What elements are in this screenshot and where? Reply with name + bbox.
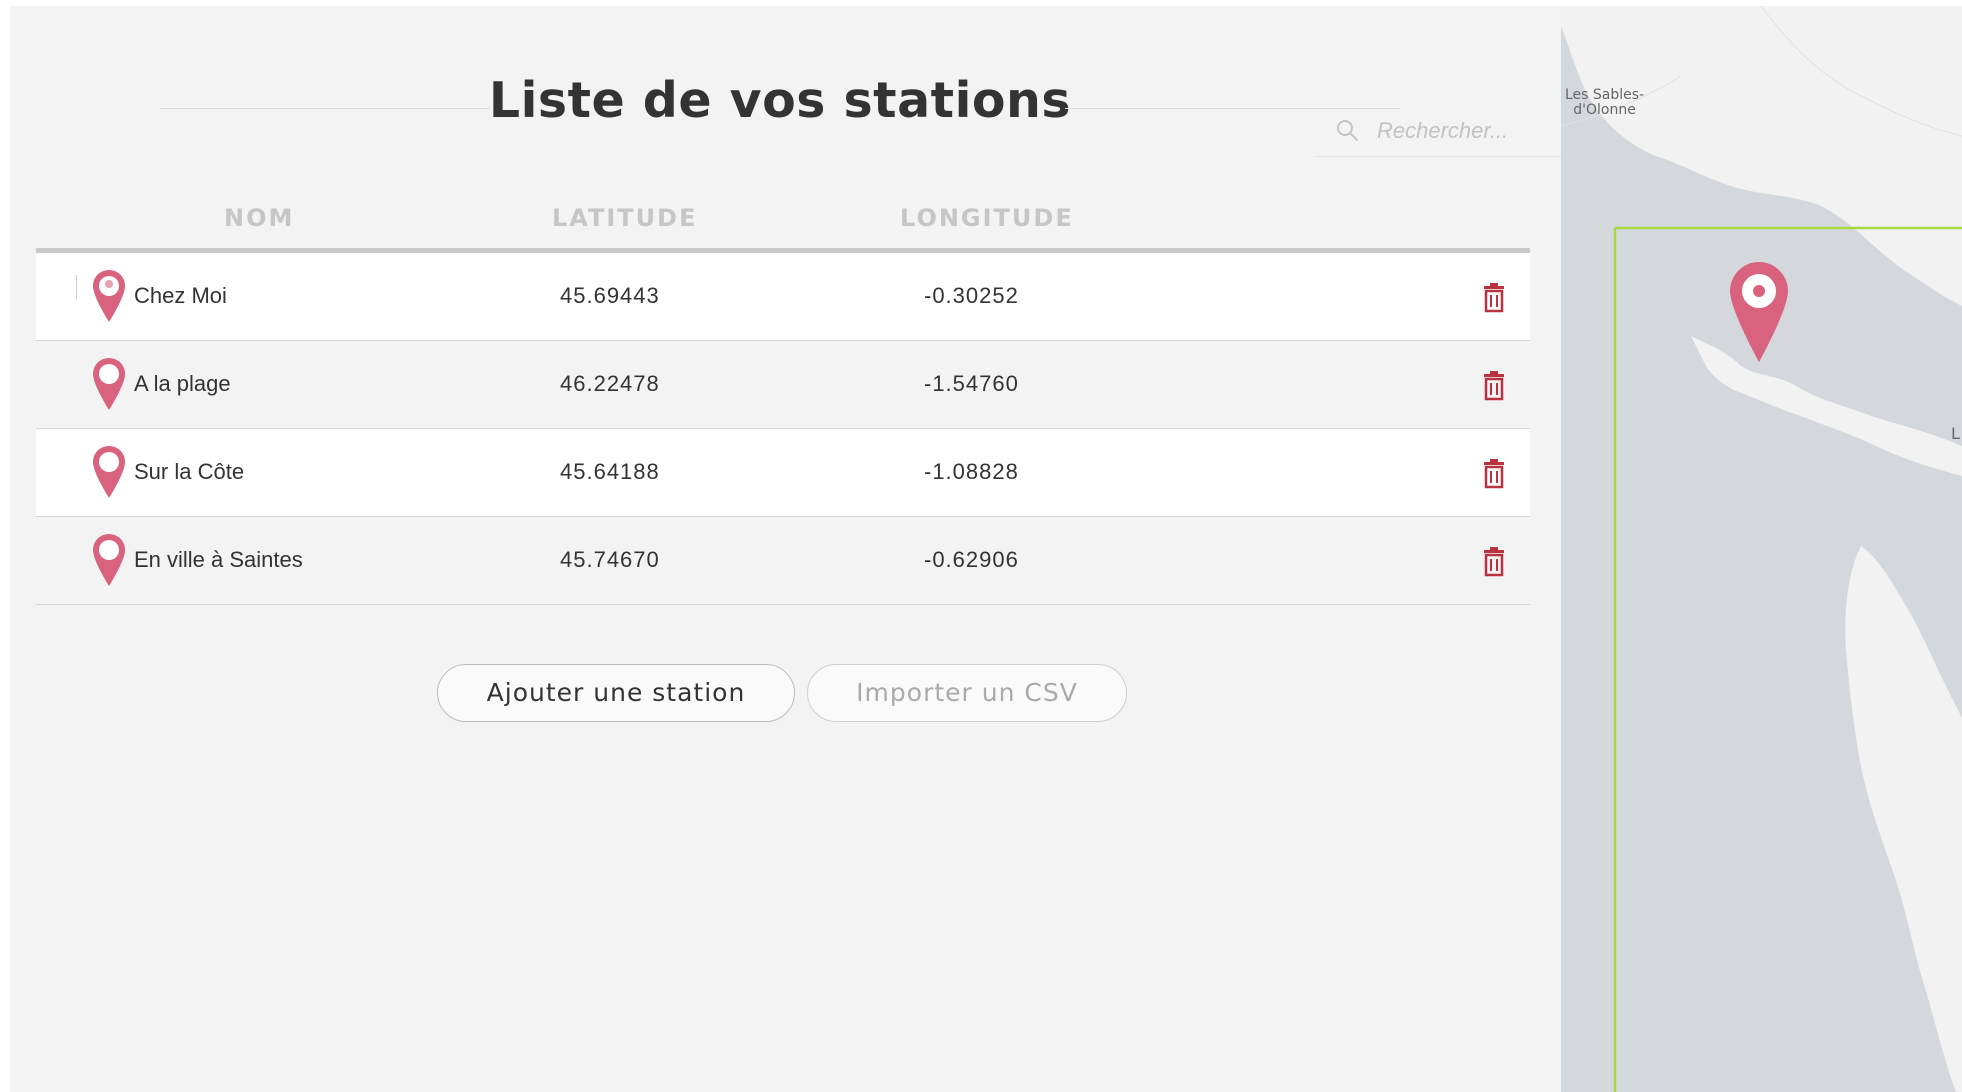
map-place-label-line2: d'Olonne — [1573, 102, 1636, 118]
station-latitude: 45.64188 — [560, 459, 660, 484]
trash-icon[interactable] — [1482, 459, 1506, 494]
station-longitude: -1.54760 — [924, 371, 1019, 396]
station-longitude: -0.30252 — [924, 283, 1019, 308]
trash-icon[interactable] — [1482, 283, 1506, 318]
station-list-panel: Liste de vos stations NOM LATITUDE LONGI… — [10, 6, 1571, 1092]
map-canvas[interactable] — [1561, 6, 1962, 1092]
column-header-longitude[interactable]: LONGITUDE — [900, 204, 1074, 232]
row-focus-indicator — [76, 275, 77, 299]
station-longitude: -1.08828 — [924, 459, 1019, 484]
station-name: En ville à Saintes — [134, 547, 303, 572]
map-place-label: Les Sables- d'Olonne — [1565, 88, 1644, 118]
map-view[interactable]: Les Sables- d'Olonne L — [1561, 6, 1962, 1092]
add-station-button[interactable]: Ajouter une station — [437, 664, 795, 722]
station-name: A la plage — [134, 371, 231, 396]
map-edge-label: L — [1951, 424, 1960, 443]
search-input[interactable] — [1375, 116, 1569, 146]
table-row[interactable]: A la plage 46.22478 -1.54760 — [36, 341, 1530, 429]
trash-icon[interactable] — [1482, 371, 1506, 406]
map-pin-icon — [92, 269, 126, 328]
map-pin-icon — [92, 533, 126, 592]
page-title: Liste de vos stations — [488, 72, 1072, 129]
map-pin-icon — [92, 445, 126, 504]
table-header: NOM LATITUDE LONGITUDE — [36, 194, 1530, 253]
station-latitude: 45.69443 — [560, 283, 660, 308]
column-header-name[interactable]: NOM — [224, 204, 294, 232]
table-row[interactable]: En ville à Saintes 45.74670 -0.62906 — [36, 517, 1530, 605]
stations-table: NOM LATITUDE LONGITUDE Chez Moi 45.69443… — [36, 194, 1530, 605]
trash-icon[interactable] — [1482, 547, 1506, 582]
column-header-latitude[interactable]: LATITUDE — [552, 204, 697, 232]
station-latitude: 46.22478 — [560, 371, 660, 396]
station-name: Sur la Côte — [134, 459, 245, 484]
search-icon — [1335, 118, 1361, 149]
import-csv-button[interactable]: Importer un CSV — [807, 664, 1127, 722]
map-pin-icon — [92, 357, 126, 416]
table-row[interactable]: Chez Moi 45.69443 -0.30252 — [36, 253, 1530, 341]
search-box[interactable] — [1315, 106, 1571, 157]
station-name: Chez Moi — [134, 283, 227, 308]
station-latitude: 45.74670 — [560, 547, 660, 572]
table-row[interactable]: Sur la Côte 45.64188 -1.08828 — [36, 429, 1530, 517]
station-longitude: -0.62906 — [924, 547, 1019, 572]
map-place-label-line1: Les Sables- — [1565, 87, 1645, 103]
title-block: Liste de vos stations — [160, 42, 1400, 129]
